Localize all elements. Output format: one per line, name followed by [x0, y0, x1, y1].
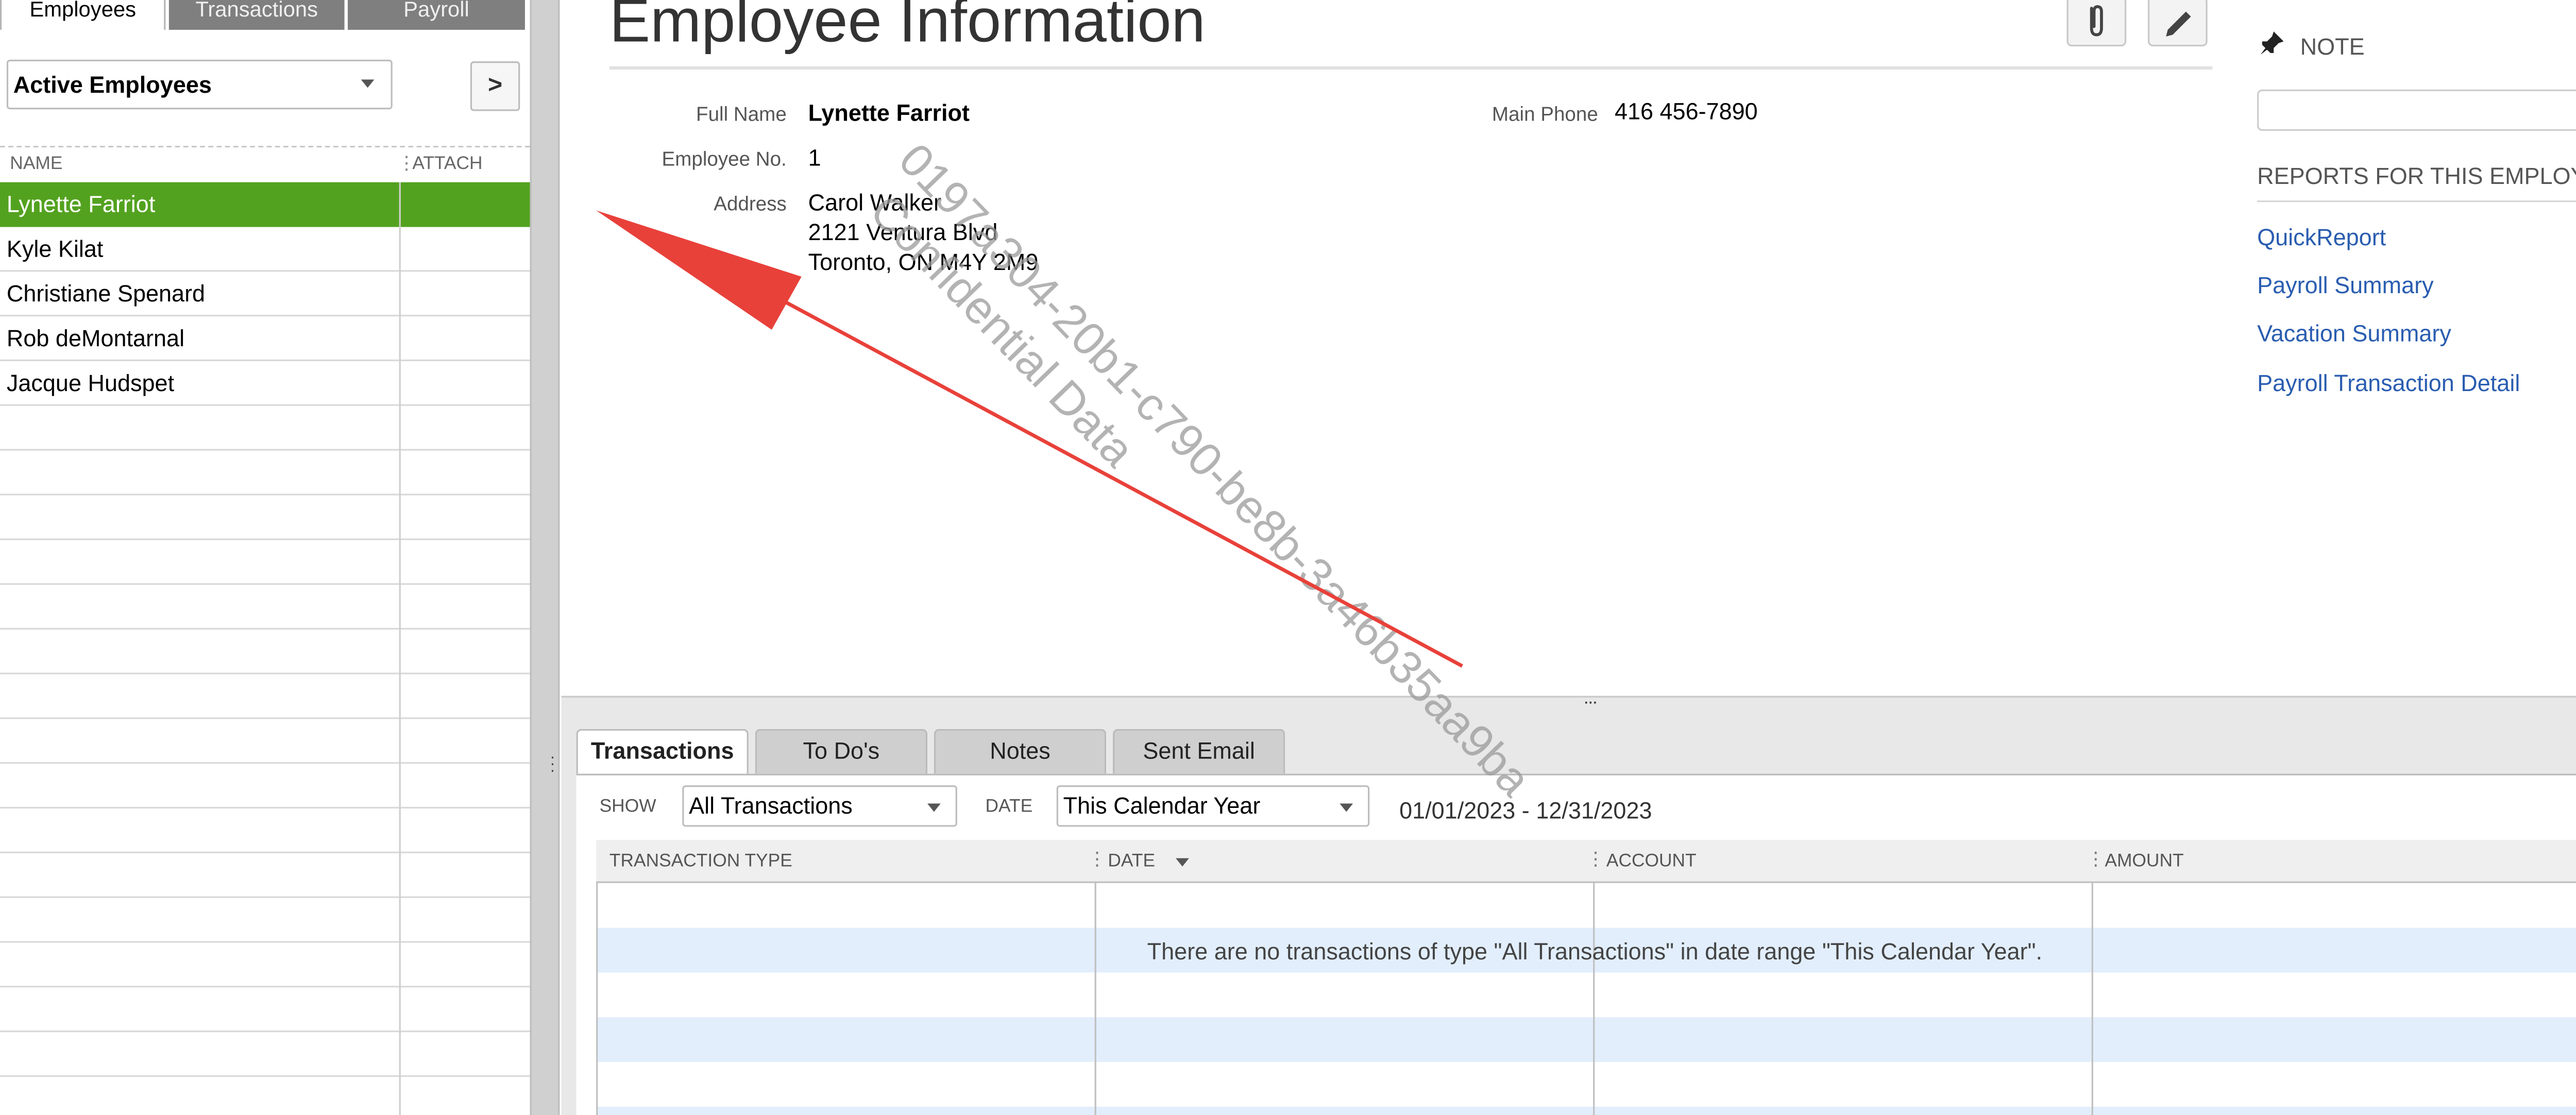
annotation-arrow-icon [596, 210, 1463, 668]
quickbooks-employee-center: Employees Transactions Payroll Active Em… [0, 0, 2576, 1115]
